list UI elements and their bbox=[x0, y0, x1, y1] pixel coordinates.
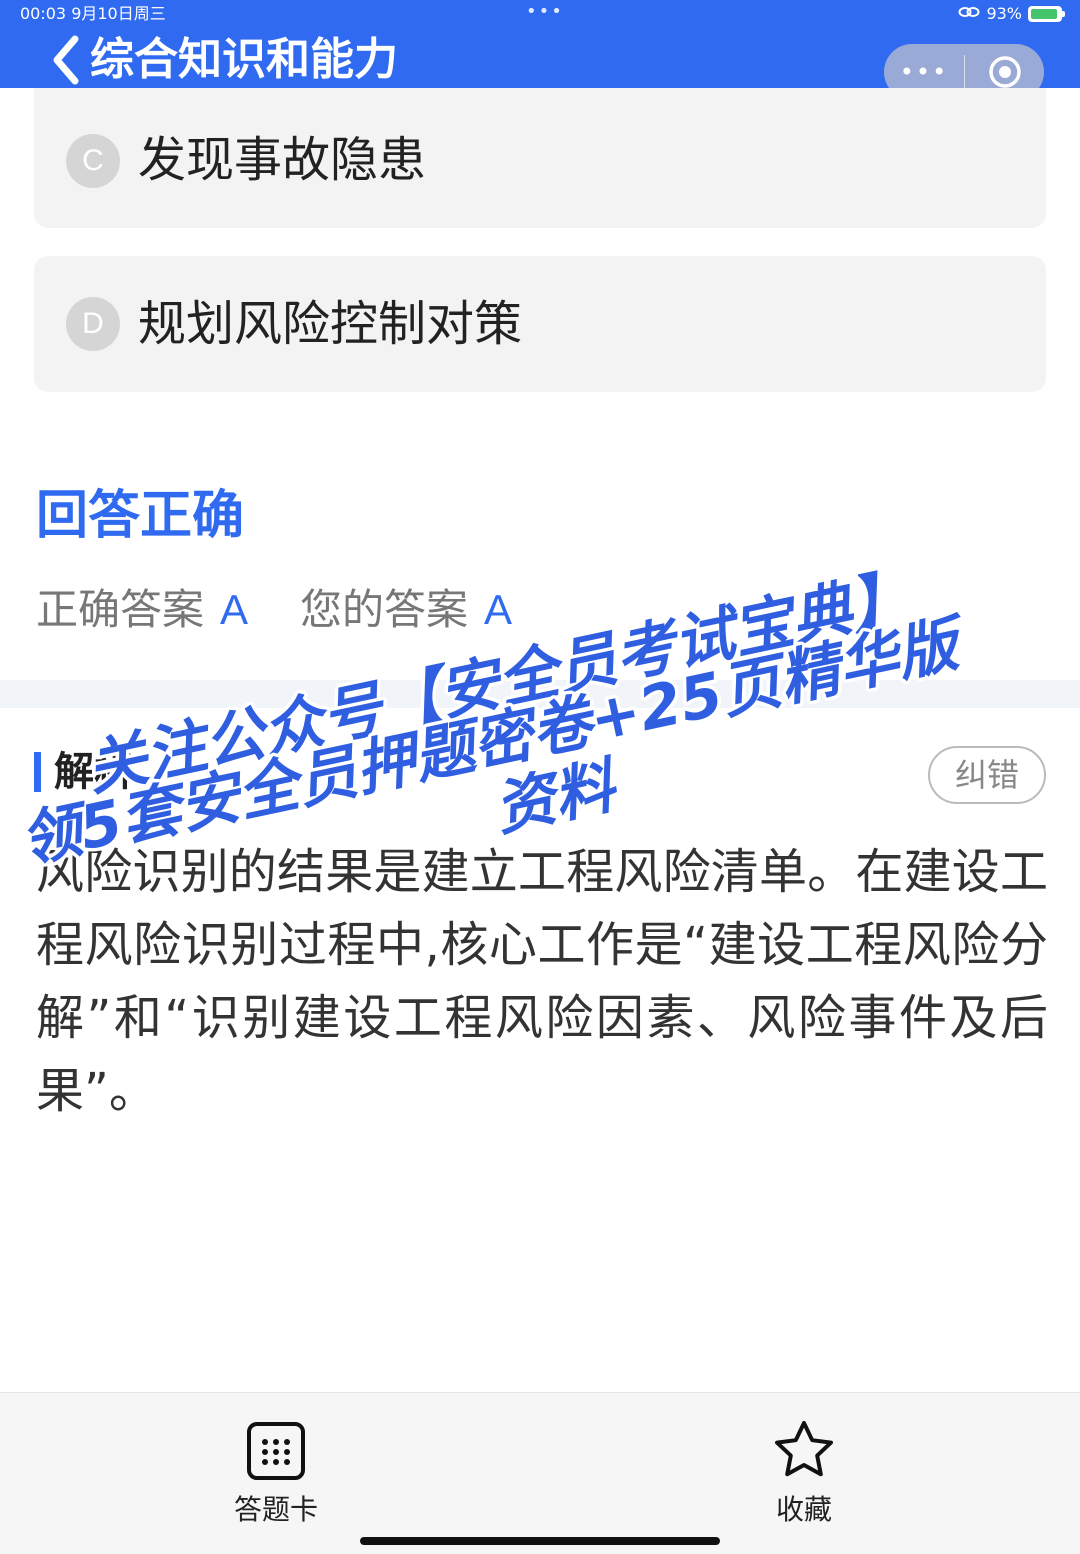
option-letter-badge: D bbox=[66, 297, 120, 351]
more-icon: ••• bbox=[899, 58, 949, 86]
answer-card-icon bbox=[247, 1422, 305, 1480]
section-divider bbox=[0, 680, 1080, 708]
chevron-left-icon bbox=[53, 35, 79, 85]
promo-watermark: 关注公众号【安全员考试宝典】 领5套安全员押题密卷+25页精华版 资料 bbox=[11, 558, 977, 880]
bottom-bar: 答题卡 收藏 bbox=[0, 1392, 1080, 1554]
status-right: 93% bbox=[958, 4, 1065, 24]
status-time: 00:03 9月10日周三 bbox=[20, 4, 166, 23]
status-dots: ••• bbox=[526, 1, 564, 22]
option-c[interactable]: C 发现事故隐患 bbox=[34, 88, 1046, 228]
option-text: 发现事故隐患 bbox=[138, 132, 427, 188]
page-title: 综合知识和能力 bbox=[90, 34, 398, 85]
answer-summary: 正确答案 A 您的答案 A bbox=[36, 582, 512, 638]
report-error-button[interactable]: 纠错 bbox=[928, 746, 1046, 804]
analysis-text: 风险识别的结果是建立工程风险清单。在建设工程风险识别过程中,核心工作是“建设工程… bbox=[36, 844, 1048, 1119]
analysis-label: 解析 bbox=[54, 749, 134, 795]
option-letter-badge: C bbox=[66, 134, 120, 188]
link-icon bbox=[958, 4, 980, 24]
answer-card-button[interactable]: 答题卡 bbox=[196, 1419, 356, 1529]
back-button[interactable] bbox=[44, 34, 88, 86]
your-answer-value: A bbox=[484, 586, 513, 633]
option-text: 规划风险控制对策 bbox=[138, 296, 523, 352]
home-indicator bbox=[360, 1537, 720, 1545]
correct-answer-label: 正确答案 bbox=[36, 585, 205, 634]
option-d[interactable]: D 规划风险控制对策 bbox=[34, 256, 1046, 392]
watermark-line-3: 资料 bbox=[489, 750, 626, 844]
battery-percent: 93% bbox=[986, 4, 1022, 23]
analysis-accent-bar bbox=[34, 752, 41, 792]
correct-answer-value: A bbox=[220, 586, 249, 633]
star-icon bbox=[775, 1421, 833, 1477]
battery-icon bbox=[1028, 6, 1065, 22]
favorite-button[interactable]: 收藏 bbox=[724, 1419, 884, 1529]
your-answer-label: 您的答案 bbox=[300, 585, 469, 634]
result-title: 回答正确 bbox=[36, 486, 245, 546]
answer-card-label: 答题卡 bbox=[233, 1493, 318, 1526]
favorite-label: 收藏 bbox=[775, 1493, 832, 1526]
target-icon bbox=[988, 56, 1021, 88]
